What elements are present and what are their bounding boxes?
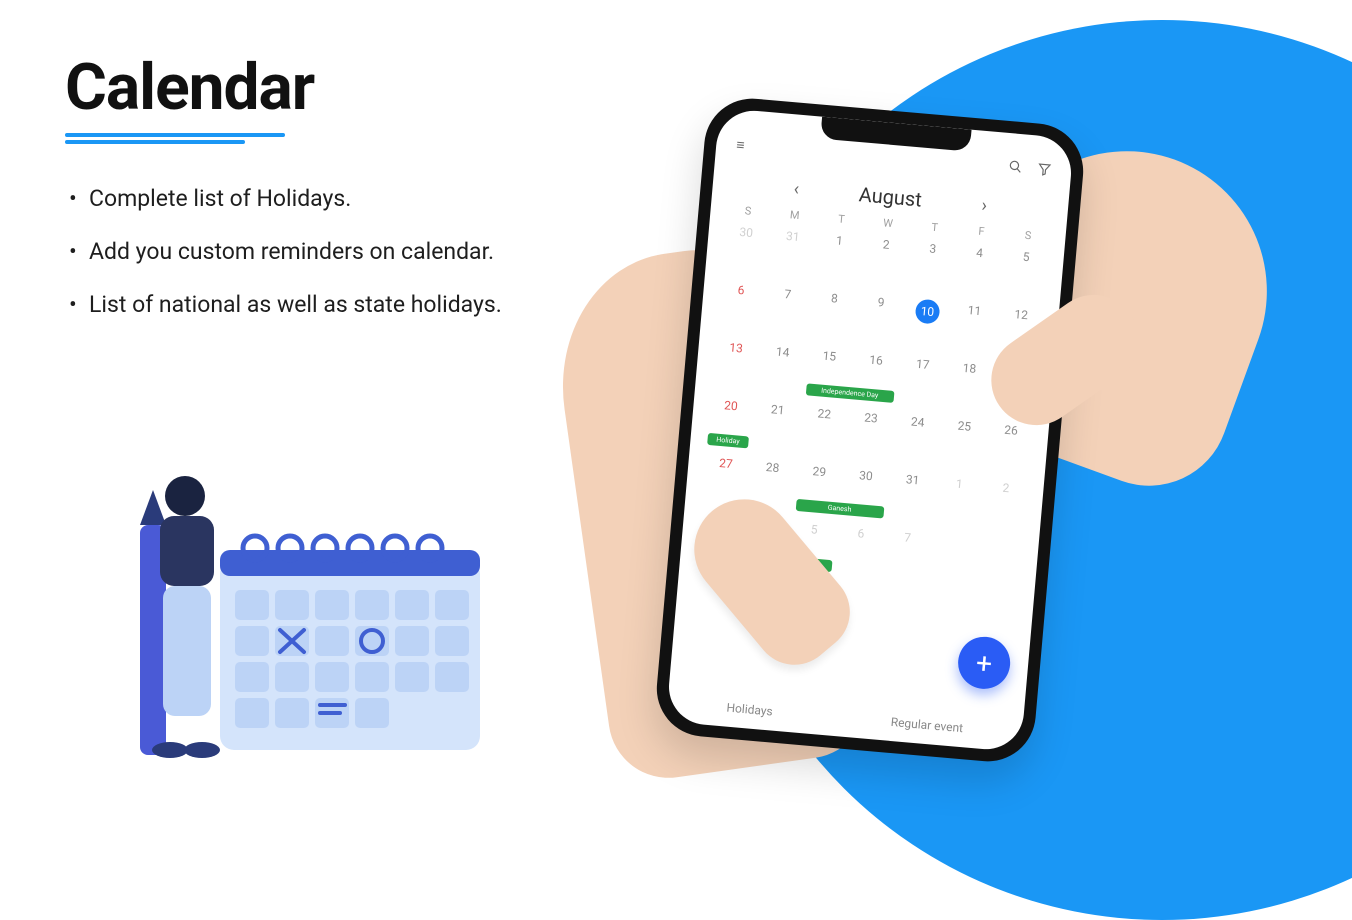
calendar-day[interactable]: 7 xyxy=(880,525,932,587)
calendar-day[interactable]: 1 xyxy=(812,228,864,290)
feature-item: Add you custom reminders on calendar. xyxy=(65,236,545,267)
bottom-tabs: Holidays Regular event xyxy=(667,695,1023,740)
calendar-day[interactable]: 24 xyxy=(890,409,942,471)
calendar-day[interactable]: 9 xyxy=(854,289,906,351)
calendar-illustration xyxy=(90,430,490,770)
feature-list: Complete list of Holidays. Add you custo… xyxy=(65,183,545,320)
feature-text-panel: Calendar Complete list of Holidays. Add … xyxy=(65,50,545,342)
weekday: W xyxy=(864,215,912,232)
title-underline xyxy=(65,133,285,143)
next-month-button[interactable]: › xyxy=(981,194,988,215)
calendar-day[interactable]: 7 xyxy=(760,281,812,343)
calendar-day[interactable]: 30 xyxy=(719,219,771,281)
weekday: S xyxy=(1004,227,1052,244)
calendar-day[interactable]: 5 xyxy=(999,244,1051,306)
calendar-day[interactable]: 17 xyxy=(895,351,947,413)
add-event-button[interactable]: + xyxy=(956,635,1012,691)
calendar-day[interactable]: 11 xyxy=(947,298,999,360)
calendar-day[interactable]: 18 xyxy=(942,355,994,417)
device-mockup: ≡ ‹ August › S M T W xyxy=(560,70,1300,770)
calendar-day[interactable]: 20Holiday xyxy=(704,393,756,455)
calendar-day[interactable]: 6 xyxy=(714,277,766,339)
calendar-day[interactable]: 31 xyxy=(885,467,937,529)
menu-icon[interactable]: ≡ xyxy=(736,136,746,154)
filter-icon[interactable] xyxy=(1036,164,1051,181)
calendar-day[interactable]: 30 xyxy=(839,463,891,525)
calendar-day[interactable]: 3 xyxy=(905,236,957,298)
tab-holidays[interactable]: Holidays xyxy=(726,701,773,719)
page-title: Calendar xyxy=(65,50,545,125)
phone-frame: ≡ ‹ August › S M T W xyxy=(653,95,1087,766)
weekday: F xyxy=(958,223,1006,240)
calendar-day[interactable]: 2 xyxy=(859,232,911,294)
weekday: T xyxy=(911,219,959,236)
calendar-day[interactable]: 4 xyxy=(952,240,1004,302)
calendar-day[interactable]: 26 xyxy=(984,417,1036,479)
calendar-day[interactable]: 10 xyxy=(900,294,952,356)
calendar-day[interactable]: 14 xyxy=(755,339,807,401)
calendar-day[interactable]: 31 xyxy=(765,224,817,286)
calendar-day[interactable]: 22 xyxy=(797,401,849,463)
search-icon[interactable] xyxy=(1007,161,1026,178)
prev-month-button[interactable]: ‹ xyxy=(793,178,800,199)
calendar-day[interactable]: 13 xyxy=(709,335,761,397)
feature-item: Complete list of Holidays. xyxy=(65,183,545,214)
weekday: S xyxy=(724,203,772,220)
weekday: M xyxy=(771,207,819,224)
calendar-event[interactable]: Holiday xyxy=(707,433,749,449)
tab-regular[interactable]: Regular event xyxy=(890,715,963,735)
calendar-day[interactable]: 2 xyxy=(979,475,1031,537)
calendar-day[interactable]: 15Independence Day xyxy=(802,343,854,405)
calendar-day[interactable]: 29Ganesh xyxy=(792,459,844,521)
calendar-day[interactable]: 6 xyxy=(833,521,885,583)
phone-screen: ≡ ‹ August › S M T W xyxy=(666,108,1074,753)
month-label: August xyxy=(858,182,923,211)
calendar-day[interactable]: 16 xyxy=(849,347,901,409)
calendar-day[interactable]: 21 xyxy=(750,397,802,459)
feature-item: List of national as well as state holida… xyxy=(65,289,545,320)
calendar-day[interactable]: 8 xyxy=(807,285,859,347)
calendar-day[interactable]: 1 xyxy=(932,471,984,533)
calendar-day[interactable]: 23 xyxy=(844,405,896,467)
calendar-day[interactable]: 25 xyxy=(937,413,989,475)
weekday: T xyxy=(817,211,865,228)
